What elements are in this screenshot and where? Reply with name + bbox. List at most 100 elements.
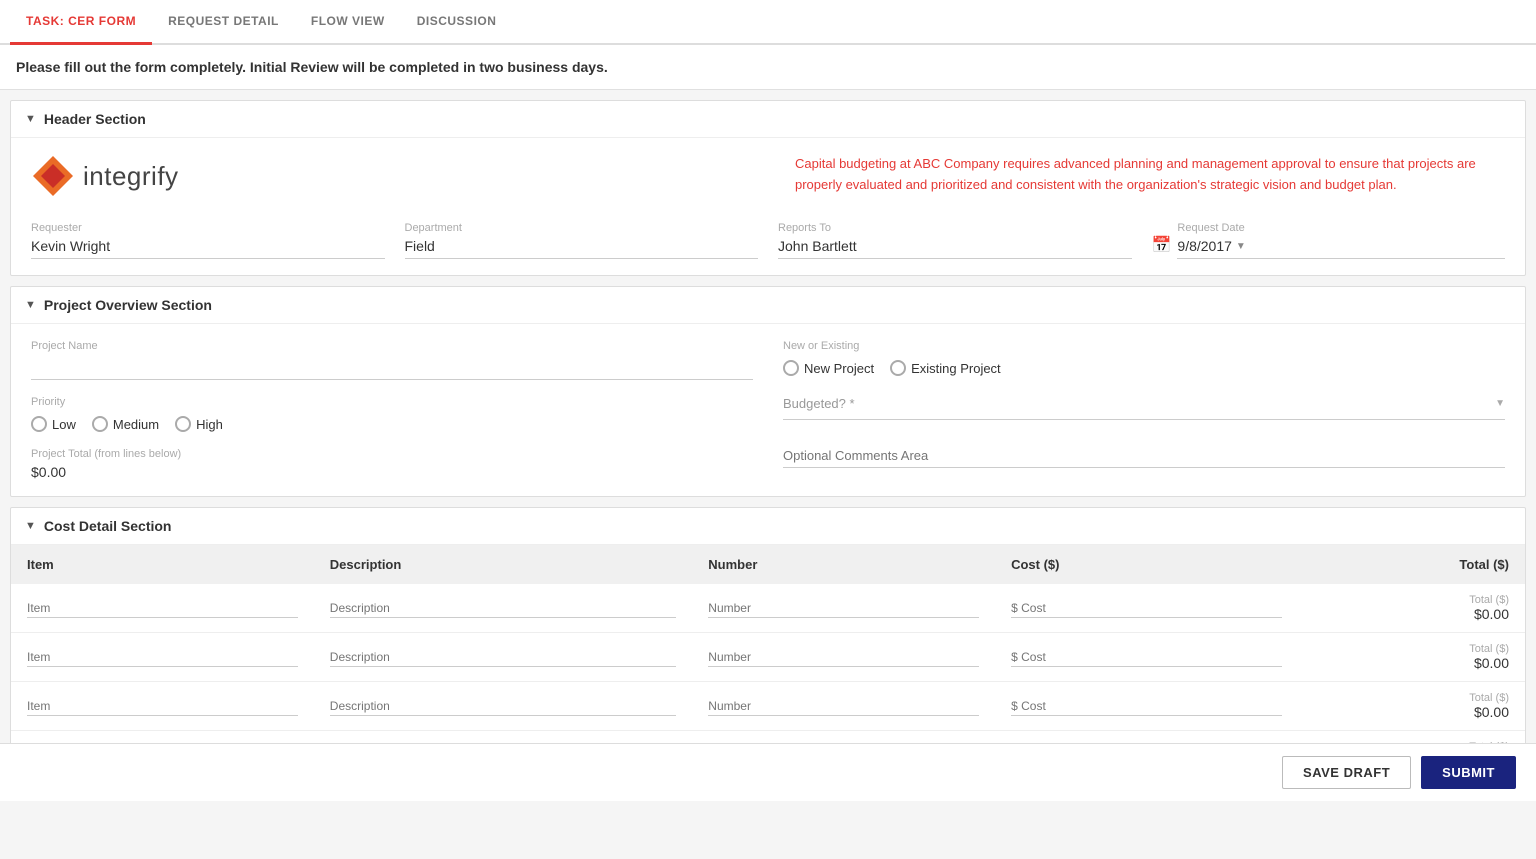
radio-new-project-icon — [783, 360, 799, 376]
header-section: ▼ Header Section integrify Capital budge… — [10, 100, 1526, 276]
priority-high-label: High — [196, 417, 223, 432]
header-section-header[interactable]: ▼ Header Section — [11, 101, 1525, 138]
project-name-input[interactable] — [31, 356, 753, 380]
budgeted-select[interactable]: Budgeted? * Yes No — [783, 392, 1495, 415]
main-content: ▼ Header Section integrify Capital budge… — [0, 90, 1536, 801]
cost-detail-title: Cost Detail Section — [44, 518, 172, 534]
project-overview-header[interactable]: ▼ Project Overview Section — [11, 287, 1525, 324]
new-or-existing-radio-group: New Project Existing Project — [783, 360, 1505, 376]
requester-label: Requester — [31, 222, 385, 234]
new-or-existing-field: New or Existing New Project Existing Pro… — [783, 340, 1505, 376]
cost-input-2[interactable] — [1011, 697, 1282, 716]
budgeted-dropdown-icon: ▼ — [1495, 398, 1505, 409]
table-row: Total ($) $0.00 — [11, 682, 1525, 731]
existing-project-label: Existing Project — [911, 361, 1001, 376]
col-total: Total ($) — [1298, 545, 1525, 584]
request-date-field: 📅 Request Date 9/8/2017 ▼ — [1152, 222, 1506, 259]
table-row: Total ($) $0.00 — [11, 584, 1525, 633]
tab-cer-form[interactable]: TASK: CER FORM — [10, 0, 152, 45]
description-input-0[interactable] — [330, 599, 677, 618]
project-name-field: Project Name — [31, 340, 753, 380]
submit-button[interactable]: SUBMIT — [1421, 756, 1516, 789]
request-date-value: 9/8/2017 — [1177, 238, 1232, 254]
tab-request-detail[interactable]: REQUEST DETAIL — [152, 0, 295, 45]
col-number: Number — [692, 545, 995, 584]
header-description: Capital budgeting at ABC Company require… — [755, 154, 1505, 196]
project-total-label: Project Total (from lines below) — [31, 448, 753, 460]
number-input-2[interactable] — [708, 697, 979, 716]
priority-medium[interactable]: Medium — [92, 416, 159, 432]
comments-input[interactable] — [783, 444, 1505, 468]
banner-text: Please fill out the form completely. Ini… — [16, 59, 608, 75]
department-label: Department — [405, 222, 759, 234]
priority-low[interactable]: Low — [31, 416, 76, 432]
table-row: Total ($) $0.00 — [11, 633, 1525, 682]
cost-input-0[interactable] — [1011, 599, 1282, 618]
cost-detail-chevron-icon: ▼ — [25, 520, 36, 532]
total-label-1: Total ($) — [1314, 643, 1509, 655]
priority-high[interactable]: High — [175, 416, 223, 432]
radio-high-icon — [175, 416, 191, 432]
priority-field: Priority Low Medium — [31, 396, 753, 432]
tab-flow-view[interactable]: FLOW VIEW — [295, 0, 401, 45]
priority-radio-group: Low Medium High — [31, 416, 753, 432]
date-dropdown-icon[interactable]: ▼ — [1236, 241, 1246, 252]
tab-discussion[interactable]: DISCUSSION — [401, 0, 513, 45]
description-input-2[interactable] — [330, 697, 677, 716]
project-total-value: $0.00 — [31, 464, 753, 480]
department-value: Field — [405, 238, 759, 259]
item-input-2[interactable] — [27, 697, 298, 716]
header-chevron-icon: ▼ — [25, 113, 36, 125]
existing-project-option[interactable]: Existing Project — [890, 360, 1001, 376]
total-label-0: Total ($) — [1314, 594, 1509, 606]
new-project-label: New Project — [804, 361, 874, 376]
total-value-1: $0.00 — [1314, 655, 1509, 671]
budgeted-field: Budgeted? * Yes No ▼ — [783, 392, 1505, 420]
header-section-title: Header Section — [44, 111, 146, 127]
priority-label: Priority — [31, 396, 753, 408]
description-input-1[interactable] — [330, 648, 677, 667]
project-overview-title: Project Overview Section — [44, 297, 212, 313]
reports-to-field: Reports To John Bartlett — [778, 222, 1132, 259]
project-overview-section: ▼ Project Overview Section Project Name … — [10, 286, 1526, 497]
footer: SAVE DRAFT SUBMIT — [0, 743, 1536, 801]
department-field: Department Field — [405, 222, 759, 259]
priority-low-label: Low — [52, 417, 76, 432]
tabs-bar: TASK: CER FORM REQUEST DETAIL FLOW VIEW … — [0, 0, 1536, 45]
reports-to-value: John Bartlett — [778, 238, 1132, 259]
col-description: Description — [314, 545, 693, 584]
project-overview-content: Project Name Priority Low Med — [11, 324, 1525, 496]
total-value-2: $0.00 — [1314, 704, 1509, 720]
new-or-existing-label: New or Existing — [783, 340, 1505, 352]
col-cost: Cost ($) — [995, 545, 1298, 584]
number-input-0[interactable] — [708, 599, 979, 618]
radio-existing-project-icon — [890, 360, 906, 376]
form-banner: Please fill out the form completely. Ini… — [0, 45, 1536, 90]
comments-field — [783, 444, 1505, 468]
project-total-field: Project Total (from lines below) $0.00 — [31, 448, 753, 480]
requester-field: Requester Kevin Wright — [31, 222, 385, 259]
radio-medium-icon — [92, 416, 108, 432]
priority-medium-label: Medium — [113, 417, 159, 432]
reports-to-label: Reports To — [778, 222, 1132, 234]
total-value-0: $0.00 — [1314, 606, 1509, 622]
cost-detail-section: ▼ Cost Detail Section Item Description N… — [10, 507, 1526, 781]
calendar-icon: 📅 — [1152, 235, 1172, 255]
number-input-1[interactable] — [708, 648, 979, 667]
project-name-label: Project Name — [31, 340, 753, 352]
logo-area: integrify — [31, 154, 179, 198]
requester-value: Kevin Wright — [31, 238, 385, 259]
col-item: Item — [11, 545, 314, 584]
project-overview-chevron-icon: ▼ — [25, 299, 36, 311]
total-label-2: Total ($) — [1314, 692, 1509, 704]
header-section-content: integrify Capital budgeting at ABC Compa… — [11, 138, 1525, 275]
new-project-option[interactable]: New Project — [783, 360, 874, 376]
item-input-1[interactable] — [27, 648, 298, 667]
logo-text: integrify — [83, 161, 179, 192]
cost-input-1[interactable] — [1011, 648, 1282, 667]
save-draft-button[interactable]: SAVE DRAFT — [1282, 756, 1411, 789]
request-date-label: Request Date — [1177, 222, 1505, 234]
cost-detail-header[interactable]: ▼ Cost Detail Section — [11, 508, 1525, 545]
item-input-0[interactable] — [27, 599, 298, 618]
header-description-text: Capital budgeting at ABC Company require… — [795, 156, 1476, 192]
